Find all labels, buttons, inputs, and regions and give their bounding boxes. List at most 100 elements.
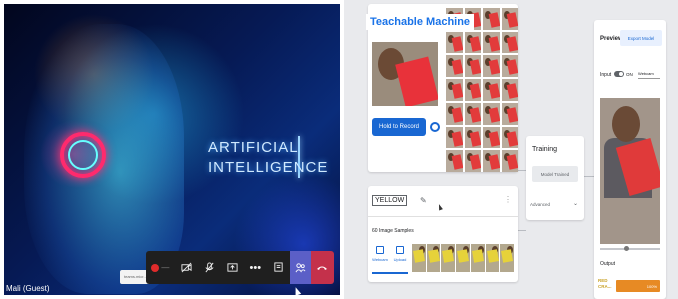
camera-off-button[interactable] (175, 251, 198, 284)
sample-thumbnail[interactable] (501, 79, 518, 101)
people-icon (295, 263, 306, 273)
webcam-tool-button[interactable]: Webcam (370, 246, 390, 270)
sample-thumbnail[interactable] (500, 244, 515, 272)
mic-off-button[interactable] (198, 251, 221, 284)
chat-button[interactable] (267, 251, 290, 284)
record-divider-icon: — (161, 263, 170, 272)
class-card-red: Hold to Record Teachable Machine (366, 4, 518, 172)
webcam-tool-label: Webcam (372, 257, 388, 262)
sample-thumbnail[interactable] (412, 244, 426, 272)
preview-panel: Preview Export Model Input ON Webcam Out… (594, 20, 666, 299)
sample-thumbnail[interactable] (501, 31, 518, 54)
sample-thumbnail[interactable] (446, 126, 463, 149)
output-label: Output (600, 261, 616, 267)
connector-line (518, 170, 526, 171)
participant-name: Mali (Guest) (6, 284, 50, 293)
app-title: Teachable Machine (366, 14, 475, 30)
output-class-line-2: CRA... (598, 284, 612, 289)
tool-selection-indicator (372, 272, 408, 274)
sample-thumbnail[interactable] (501, 102, 518, 125)
upload-tool-label: Upload (393, 257, 407, 262)
export-model-button[interactable]: Export Model (620, 30, 662, 46)
more-vert-icon[interactable]: ⋮ (504, 195, 512, 204)
hang-up-button[interactable] (310, 251, 334, 284)
sample-thumbnail[interactable] (464, 55, 481, 78)
more-options-button[interactable]: ••• (244, 251, 267, 284)
pencil-icon[interactable]: ✎ (420, 196, 427, 205)
sample-thumbnail[interactable] (426, 244, 441, 272)
record-icon (151, 263, 160, 272)
sample-thumbnail[interactable] (464, 126, 481, 149)
sample-thumbnail[interactable] (464, 102, 481, 125)
person-face (612, 106, 640, 142)
camera-off-icon (181, 262, 192, 273)
input-label: Input (600, 72, 612, 78)
input-source-select[interactable]: Webcam (638, 69, 660, 79)
slide-title-line-1: ARTIFICIAL (208, 139, 299, 156)
inner-ring-artwork (68, 140, 98, 170)
preview-webcam-feed (600, 98, 660, 244)
sample-thumbnail[interactable] (464, 79, 481, 101)
mic-off-icon (205, 262, 214, 273)
training-title: Training (532, 146, 558, 153)
sample-thumbnail[interactable] (483, 102, 500, 125)
sample-thumbnail[interactable] (470, 244, 485, 272)
chevron-down-icon[interactable]: ⌄ (573, 200, 578, 207)
sample-thumbnail[interactable] (446, 31, 463, 54)
red-card (395, 56, 438, 106)
connector-line (518, 230, 526, 231)
sample-thumbnail[interactable] (446, 79, 463, 101)
sample-thumbnail[interactable] (464, 150, 481, 172)
mouse-cursor-icon (292, 286, 302, 295)
sample-thumbnail[interactable] (483, 150, 500, 172)
sample-thumbnail[interactable] (501, 150, 518, 172)
class-name-input[interactable]: YELLOW (372, 195, 408, 206)
sample-thumbnail[interactable] (464, 31, 481, 54)
input-toggle[interactable] (614, 71, 624, 77)
sample-thumbnail[interactable] (483, 79, 500, 101)
sample-thumbnail[interactable] (501, 126, 518, 149)
sample-thumbnail-grid (446, 8, 518, 172)
chat-icon (274, 262, 283, 272)
training-card: Training Model Trained Advanced ⌄ (526, 136, 584, 220)
input-state: ON (626, 72, 633, 77)
mouse-cursor-icon (437, 203, 443, 211)
divider (368, 216, 518, 217)
sample-thumbnail[interactable] (446, 150, 463, 172)
connector-line (584, 176, 594, 177)
sample-thumbnail[interactable] (483, 8, 500, 30)
train-model-button[interactable]: Model Trained (532, 166, 578, 182)
share-screen-button[interactable] (221, 251, 244, 284)
shared-screen: Hold to Record Teachable Machine YELLOW … (344, 0, 678, 299)
output-class-label: RED CRA... (598, 278, 612, 290)
sample-thumbnail[interactable] (501, 55, 518, 78)
slide-title-line-2: INTELLIGENCE (208, 159, 329, 176)
sample-thumbnail[interactable] (483, 55, 500, 78)
sample-thumbnail[interactable] (483, 126, 500, 149)
upload-icon (396, 246, 404, 254)
advanced-toggle[interactable]: Advanced (530, 202, 550, 207)
meeting-video-tile: ARTIFICIAL INTELLIGENCE Mali (Guest) tea… (4, 4, 340, 295)
upload-tool-button[interactable]: Upload (390, 246, 410, 270)
preview-slider[interactable] (600, 246, 660, 251)
sample-thumbnail[interactable] (485, 244, 500, 272)
sample-count: 60 Image Samples (372, 228, 414, 234)
sample-thumbnail[interactable] (483, 31, 500, 54)
screen: ARTIFICIAL INTELLIGENCE Mali (Guest) tea… (0, 0, 678, 299)
phone-hangup-icon (317, 266, 328, 270)
sample-thumbnail[interactable] (446, 102, 463, 125)
sample-thumbnail-strip (412, 244, 515, 272)
sample-thumbnail[interactable] (441, 244, 456, 272)
record-button[interactable]: — (146, 251, 175, 284)
sample-thumbnail[interactable] (456, 244, 470, 272)
participants-button[interactable] (289, 251, 311, 284)
sample-thumbnail[interactable] (446, 55, 463, 78)
class-card-yellow: YELLOW ✎ ⋮ 60 Image Samples Webcam Uploa… (368, 186, 518, 282)
hold-to-record-button[interactable]: Hold to Record (372, 118, 426, 136)
output-confidence-bar: 100% (616, 280, 660, 292)
slide-title: ARTIFICIAL INTELLIGENCE (208, 138, 328, 178)
sample-thumbnail[interactable] (501, 8, 518, 30)
webcam-preview (372, 42, 438, 106)
call-control-bar: — ••• (146, 251, 334, 284)
settings-icon[interactable] (430, 122, 440, 132)
